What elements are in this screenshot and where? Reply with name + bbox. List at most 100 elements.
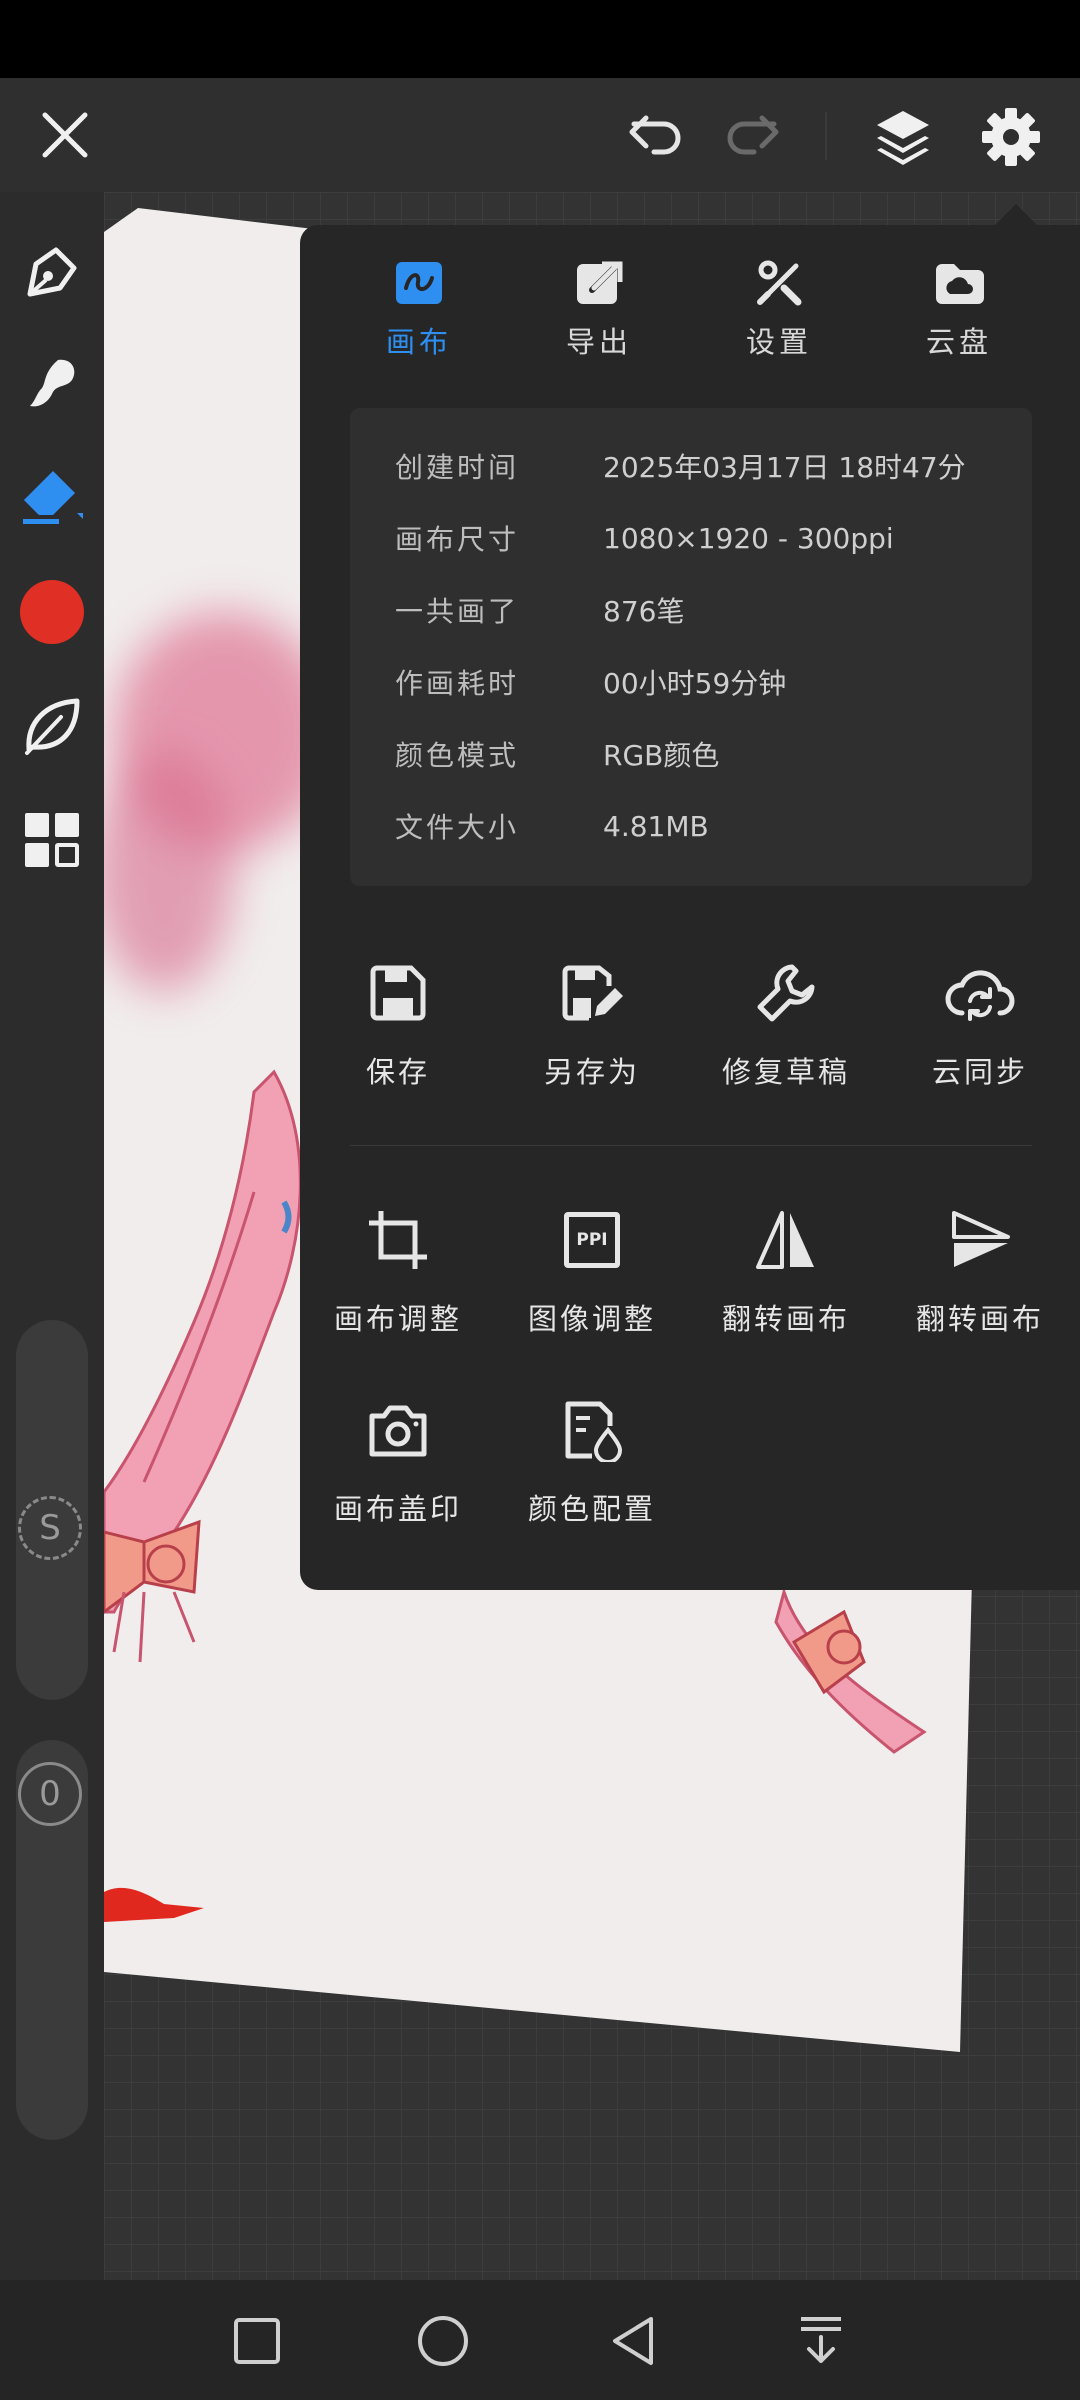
back-icon (613, 2317, 653, 2365)
flip-canvas-horizontal-button[interactable]: 翻转画布 (688, 1200, 884, 1338)
smoothing-label: S (18, 1496, 82, 1560)
leaf-brush-icon (25, 698, 80, 755)
info-row-strokes: 一共画了 876笔 (395, 590, 684, 630)
canvas-adjust-label: 画布调整 (333, 1302, 462, 1336)
back-button[interactable] (588, 2296, 678, 2386)
color-swatch-button[interactable] (18, 578, 86, 646)
settings-icon (757, 260, 802, 306)
settings-button[interactable] (974, 100, 1048, 174)
info-key: 颜色模式 (395, 739, 520, 772)
pen-icon (27, 247, 77, 297)
eraser-icon (23, 471, 83, 524)
save-as-icon (562, 965, 623, 1021)
cloud-sync-label: 云同步 (931, 1055, 1028, 1089)
info-row-created: 创建时间 2025年03月17日 18时47分 (395, 446, 966, 486)
crop-icon (369, 1211, 427, 1269)
canvas-adjust-button[interactable]: 画布调整 (300, 1200, 496, 1338)
more-tools-button[interactable] (18, 806, 86, 874)
home-button[interactable] (398, 2296, 488, 2386)
notification-drawer-icon (801, 2317, 841, 2363)
panel-pointer (994, 204, 1038, 226)
tab-export[interactable]: 导出 (524, 255, 674, 375)
info-value: 2025年03月17日 18时47分 (603, 451, 966, 484)
save-label: 保存 (365, 1055, 430, 1089)
undo-button[interactable] (620, 100, 692, 170)
image-adjust-label: 图像调整 (527, 1302, 656, 1336)
save-icon (370, 965, 426, 1021)
info-row-duration: 作画耗时 00小时59分钟 (395, 662, 786, 702)
tab-cloud-drive[interactable]: 云盘 (884, 255, 1034, 375)
canvas-icon (396, 262, 442, 304)
flip-canvas-vertical-label: 翻转画布 (915, 1302, 1044, 1336)
canvas-stamp-button[interactable]: 画布盖印 (300, 1390, 496, 1528)
tab-settings-label: 设置 (745, 325, 812, 359)
redo-button[interactable] (716, 100, 788, 170)
leaf-brush-button[interactable] (18, 692, 86, 760)
tab-export-label: 导出 (565, 325, 632, 359)
info-value: 876笔 (603, 595, 685, 628)
info-key: 文件大小 (395, 811, 520, 844)
wrench-icon (757, 964, 815, 1022)
info-key: 画布尺寸 (395, 523, 520, 556)
flip-canvas-vertical-button[interactable]: 翻转画布 (882, 1200, 1078, 1338)
export-icon (577, 261, 623, 304)
info-row-size: 画布尺寸 1080×1920 - 300ppi (395, 518, 894, 558)
flip-horizontal-icon (756, 1211, 814, 1269)
info-key: 作画耗时 (395, 667, 520, 700)
redo-icon (727, 115, 779, 155)
image-adjust-button[interactable]: PPI 图像调整 (494, 1200, 690, 1338)
flip-vertical-icon (952, 1211, 1010, 1267)
recent-apps-icon (234, 2318, 280, 2364)
ppi-icon: PPI (564, 1212, 620, 1268)
info-key: 创建时间 (395, 451, 520, 484)
toolbar-divider (825, 112, 827, 160)
save-button[interactable]: 保存 (300, 953, 496, 1091)
opacity-badge: 0 (18, 1762, 82, 1826)
tab-canvas-label: 画布 (385, 325, 452, 359)
info-value: 4.81MB (603, 809, 709, 843)
repair-draft-button[interactable]: 修复草稿 (688, 953, 884, 1091)
info-key: 一共画了 (395, 595, 520, 628)
eraser-tool-button[interactable] (18, 462, 86, 530)
info-value: RGB颜色 (603, 739, 720, 772)
tab-canvas[interactable]: 画布 (344, 255, 494, 375)
smudge-brush-icon (30, 359, 75, 407)
camera-icon (369, 1405, 427, 1457)
save-as-button[interactable]: 另存为 (494, 953, 690, 1091)
info-row-color-mode: 颜色模式 RGB颜色 (395, 734, 719, 774)
gear-icon (982, 108, 1040, 166)
opacity-label: 0 (18, 1762, 82, 1826)
color-profile-icon (565, 1401, 623, 1462)
ppi-icon-text: PPI (576, 1230, 608, 1250)
color-profile-button[interactable]: 颜色配置 (494, 1390, 690, 1528)
system-nav-bar (0, 2280, 1080, 2400)
smudge-tool-button[interactable] (18, 350, 86, 418)
layers-button[interactable] (866, 100, 940, 174)
grid-apps-icon (25, 813, 79, 867)
cloud-sync-icon (945, 970, 1015, 1021)
cloud-drive-icon (936, 264, 984, 304)
info-row-file-size: 文件大小 4.81MB (395, 806, 709, 846)
notification-drawer-button[interactable] (776, 2296, 866, 2386)
canvas-info-box: 创建时间 2025年03月17日 18时47分 画布尺寸 1080×1920 -… (350, 408, 1032, 886)
status-bar (0, 0, 1080, 78)
color-swatch (20, 580, 84, 644)
tab-settings[interactable]: 设置 (704, 255, 854, 375)
actions-divider (350, 1145, 1032, 1146)
flip-canvas-horizontal-label: 翻转画布 (721, 1302, 850, 1336)
cloud-sync-button[interactable]: 云同步 (882, 953, 1078, 1091)
info-value: 1080×1920 - 300ppi (603, 521, 894, 555)
recent-apps-button[interactable] (212, 2296, 302, 2386)
color-profile-label: 颜色配置 (527, 1492, 656, 1526)
pen-tool-button[interactable] (18, 238, 86, 306)
canvas-settings-panel: 画布 导出 设置 云盘 创建时间 2025年03月17日 18时47分 画布尺寸… (300, 225, 1080, 1590)
layers-icon (877, 111, 929, 165)
home-icon (418, 2316, 468, 2366)
repair-draft-label: 修复草稿 (721, 1055, 850, 1089)
save-as-label: 另存为 (543, 1055, 640, 1089)
info-value: 00小时59分钟 (603, 667, 787, 700)
smoothing-badge: S (18, 1496, 82, 1560)
undo-icon (629, 115, 681, 155)
close-button[interactable] (30, 100, 100, 170)
close-icon (42, 112, 88, 158)
